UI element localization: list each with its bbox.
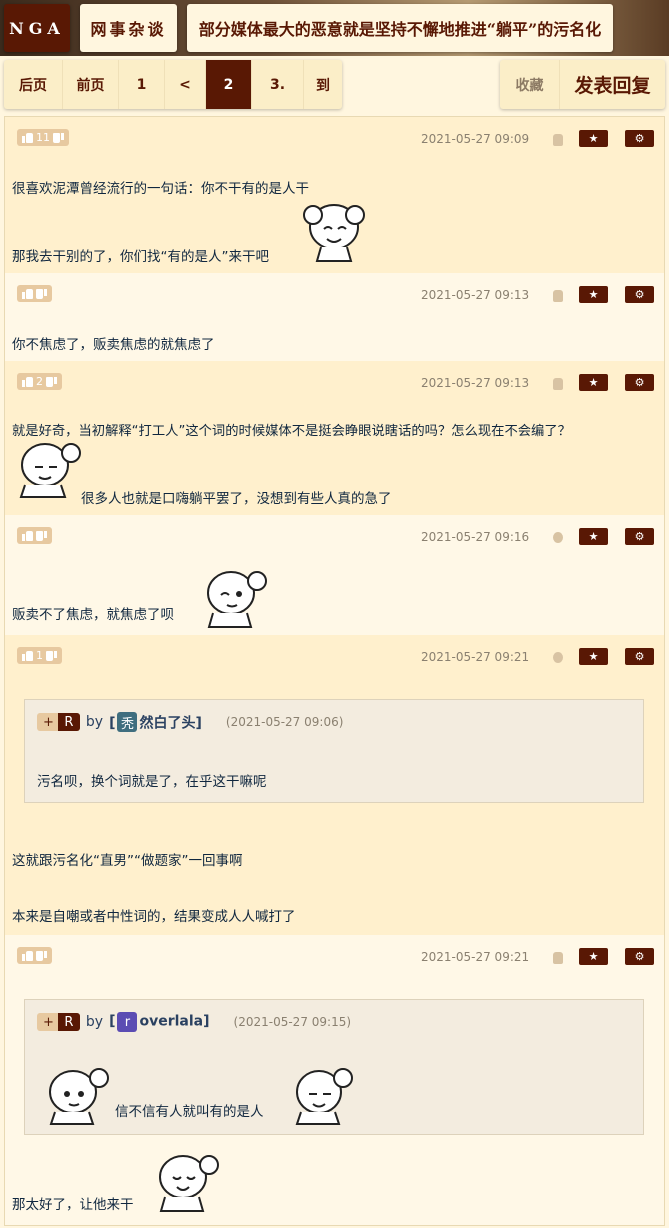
post-text: 那我去干别的了，你们找“有的是人”来干吧: [12, 249, 269, 265]
quote-by-label: by: [85, 1014, 104, 1030]
quote-text: 污名呗，换个词就是了，在乎这干嘛呢: [37, 774, 267, 790]
breadcrumb-forum[interactable]: 网事杂谈: [80, 4, 177, 52]
vote-count: 1: [36, 649, 43, 662]
quote-time: (2021-05-27 09:06): [225, 715, 344, 730]
reply-tag: R: [57, 713, 80, 732]
post: 11 2021-05-27 09:09 ★ ⚙ 很喜欢泥潭曾经流行的一句话：你不…: [5, 117, 664, 273]
quote-block: + R by [秃然白了头] (2021-05-27 09:06) 污名呗，换个词…: [24, 699, 644, 803]
gear-icon[interactable]: ⚙: [625, 374, 654, 391]
android-icon: [553, 952, 563, 964]
star-icon[interactable]: ★: [579, 648, 608, 665]
quote-username[interactable]: [r overlala]: [109, 1012, 210, 1032]
post-time: 2021-05-27 09:09: [421, 132, 530, 146]
star-icon[interactable]: ★: [579, 948, 608, 965]
post-text: 这就跟污名化“直男”“做题家”一回事啊: [12, 853, 243, 869]
page-2-current[interactable]: 2: [206, 60, 252, 109]
page-1-button[interactable]: 1: [119, 60, 165, 109]
post: 2 2021-05-27 09:13 ★ ⚙ 就是好奇，当初解释“打工人”这个词…: [5, 361, 664, 515]
apple-icon: [553, 652, 563, 663]
thumbs-up-icon[interactable]: [22, 650, 33, 661]
post-text: 贩卖不了焦虑，就焦虑了呗: [12, 607, 174, 623]
emoticon-sticker: [159, 1155, 219, 1212]
thread-actions: 收藏 发表回复: [500, 60, 665, 109]
gear-icon[interactable]: ⚙: [625, 528, 654, 545]
reply-button[interactable]: 发表回复: [560, 60, 665, 109]
goto-page-button[interactable]: 到: [304, 60, 342, 109]
gear-icon[interactable]: ⚙: [625, 948, 654, 965]
emoticon-sticker: [207, 571, 267, 628]
thumbs-up-icon[interactable]: [22, 530, 33, 541]
vote-widget[interactable]: [17, 527, 52, 544]
thumbs-up-icon[interactable]: [22, 376, 33, 387]
emoticon-sticker: [19, 443, 81, 498]
post-time: 2021-05-27 09:13: [421, 376, 530, 390]
thumbs-up-icon[interactable]: [22, 950, 33, 961]
star-icon[interactable]: ★: [579, 130, 608, 147]
android-icon: [553, 134, 563, 146]
emoticon-sticker: [303, 204, 365, 262]
post-text: 本来是自嘲或者中性词的，结果变成人人喊打了: [12, 909, 296, 925]
quote-expand-button[interactable]: + R: [37, 1013, 80, 1031]
emoticon-sticker: [295, 1068, 353, 1125]
favorite-button[interactable]: 收藏: [500, 60, 560, 109]
page-3-button[interactable]: 3.: [252, 60, 304, 109]
quote-block: + R by [r overlala] (2021-05-27 09:15) 信不信…: [24, 999, 644, 1135]
star-icon[interactable]: ★: [579, 528, 608, 545]
page-back-button[interactable]: <: [165, 60, 206, 109]
star-icon[interactable]: ★: [579, 374, 608, 391]
pagination: 后页 前页 1 < 2 3. 到: [4, 60, 342, 109]
thumbs-down-icon[interactable]: [36, 289, 47, 299]
vote-widget[interactable]: 2: [17, 373, 62, 390]
post-time: 2021-05-27 09:21: [421, 650, 530, 664]
post: 2021-05-27 09:16 ★ ⚙ 贩卖不了焦虑，就焦虑了呗: [5, 515, 664, 635]
user-avatar: 秃: [117, 712, 138, 732]
vote-widget[interactable]: [17, 285, 52, 302]
reply-tag: R: [57, 1013, 80, 1031]
next-page-button[interactable]: 后页: [4, 60, 63, 109]
quote-by-label: by: [85, 714, 104, 731]
gear-icon[interactable]: ⚙: [625, 648, 654, 665]
thumbs-down-icon[interactable]: [46, 377, 57, 387]
thumbs-up-icon[interactable]: [22, 132, 33, 143]
post-text: 很多人也就是口嗨躺平罢了，没想到有些人真的急了: [81, 491, 392, 507]
post-time: 2021-05-27 09:21: [421, 950, 530, 964]
post-text: 就是好奇，当初解释“打工人”这个词的时候媒体不是挺会睁眼说瞎话的吗？怎么现在不会…: [12, 424, 571, 439]
post-time: 2021-05-27 09:13: [421, 288, 530, 302]
thumbs-down-icon[interactable]: [53, 133, 64, 143]
quote-username[interactable]: [秃然白了头]: [109, 712, 202, 733]
thumbs-down-icon[interactable]: [36, 951, 47, 961]
post-text: 那太好了，让他来干: [12, 1197, 134, 1213]
emoticon-sticker: [49, 1068, 109, 1125]
gear-icon[interactable]: ⚙: [625, 130, 654, 147]
vote-widget[interactable]: [17, 947, 52, 964]
gear-icon[interactable]: ⚙: [625, 286, 654, 303]
vote-widget[interactable]: 11: [17, 129, 69, 146]
post: 2021-05-27 09:13 ★ ⚙ 你不焦虑了，贩卖焦虑的就焦虑了: [5, 273, 664, 361]
thumbs-down-icon[interactable]: [36, 531, 47, 541]
apple-icon: [553, 532, 563, 543]
android-icon: [553, 290, 563, 302]
quote-text: 信不信有人就叫有的是人: [115, 1104, 264, 1120]
star-icon[interactable]: ★: [579, 286, 608, 303]
post-text: 很喜欢泥潭曾经流行的一句话：你不干有的是人干: [12, 181, 309, 197]
quote-expand-button[interactable]: + R: [37, 713, 80, 732]
post: 2021-05-27 09:21 ★ ⚙ + R by [r overlala] (…: [5, 935, 664, 1225]
quote-header: + R by [r overlala] (2021-05-27 09:15): [37, 1012, 351, 1032]
user-avatar: r: [117, 1012, 138, 1032]
android-icon: [553, 378, 563, 390]
thumbs-up-icon[interactable]: [22, 288, 33, 299]
vote-widget[interactable]: 1: [17, 647, 62, 664]
vote-count: 11: [36, 131, 50, 144]
vote-count: 2: [36, 375, 43, 388]
post-time: 2021-05-27 09:16: [421, 530, 530, 544]
thumbs-down-icon[interactable]: [46, 651, 57, 661]
nga-logo[interactable]: NGA: [4, 4, 70, 52]
post-list: 11 2021-05-27 09:09 ★ ⚙ 很喜欢泥潭曾经流行的一句话：你不…: [4, 116, 665, 1226]
thread-title[interactable]: 部分媒体最大的恶意就是坚持不懈地推进“躺平”的污名化: [187, 4, 613, 52]
quote-time: (2021-05-27 09:15): [233, 1015, 352, 1029]
post: 1 2021-05-27 09:21 ★ ⚙ + R by [秃然白了头] (20…: [5, 635, 664, 935]
prev-page-button[interactable]: 前页: [63, 60, 119, 109]
quote-header: + R by [秃然白了头] (2021-05-27 09:06): [37, 712, 343, 733]
post-text: 你不焦虑了，贩卖焦虑的就焦虑了: [12, 337, 215, 353]
